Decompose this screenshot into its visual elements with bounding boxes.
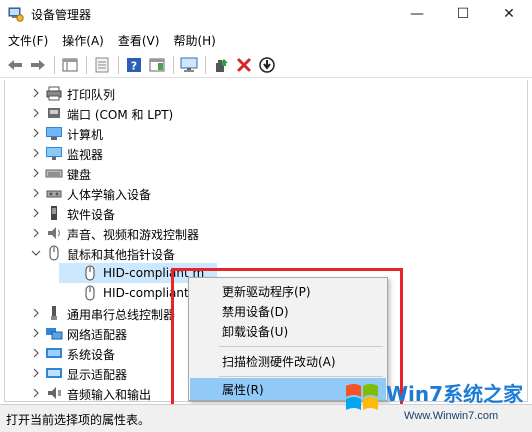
display-adapter-icon	[46, 368, 62, 378]
menu-file[interactable]: 文件(F)	[0, 30, 54, 50]
toolbar-separator	[173, 55, 174, 74]
monitor-icon	[46, 147, 62, 160]
toolbar-separator	[86, 55, 87, 74]
mouse-icon	[49, 245, 59, 261]
audio-icon	[48, 387, 61, 399]
mouse-icon	[85, 285, 95, 301]
close-button[interactable]: ✕	[486, 0, 532, 28]
watermark: Win7系统之家 Www.Winwin7.com	[338, 376, 528, 428]
tree-category-item[interactable]: 键盘	[5, 163, 525, 183]
tree-item-label: 端口 (COM 和 LPT)	[67, 108, 174, 122]
chevron-right-icon[interactable]	[31, 348, 41, 358]
tree-item-label: 监视器	[67, 148, 104, 162]
menu-view[interactable]: 查看(V)	[110, 30, 166, 50]
chevron-right-icon[interactable]	[31, 308, 41, 318]
title-bar: 设备管理器 — ☐ ✕	[0, 0, 532, 28]
toolbar: ?	[0, 52, 532, 78]
mouse-icon	[85, 265, 95, 281]
tree-category-item[interactable]: 人体学输入设备	[5, 183, 525, 203]
chevron-right-icon[interactable]	[31, 368, 41, 378]
tree-item-label: 通用串行总线控制器	[67, 308, 176, 322]
tree-item-label: 鼠标和其他指针设备	[67, 248, 176, 262]
menu-bar: 文件(F) 操作(A) 查看(V) 帮助(H)	[0, 30, 532, 50]
chevron-right-icon[interactable]	[31, 328, 41, 338]
chevron-right-icon[interactable]	[31, 388, 41, 398]
keyboard-icon	[45, 169, 63, 178]
watermark-url: Www.Winwin7.com	[404, 410, 499, 422]
hid-icon	[46, 190, 62, 198]
chevron-right-icon[interactable]	[31, 208, 41, 218]
uninstall-icon[interactable]	[233, 54, 255, 76]
window-title: 设备管理器	[31, 8, 92, 22]
toolbar-separator	[118, 55, 119, 74]
back-icon[interactable]	[4, 54, 26, 76]
speaker-icon	[48, 227, 60, 239]
chevron-down-icon[interactable]	[31, 248, 41, 258]
toolbar-separator	[205, 55, 206, 74]
tree-category-item[interactable]: 打印队列	[5, 83, 525, 103]
toolbar-separator	[54, 55, 55, 74]
tree-item-label: 声音、视频和游戏控制器	[67, 228, 200, 242]
tree-category-item[interactable]: 端口 (COM 和 LPT)	[5, 103, 525, 123]
status-text: 打开当前选择项的属性表。	[6, 413, 151, 427]
tree-item-label: 计算机	[67, 128, 104, 142]
chevron-right-icon[interactable]	[31, 168, 41, 178]
maximize-button[interactable]: ☐	[440, 0, 486, 28]
tree-item-label: 网络适配器	[67, 328, 128, 342]
context-scan-hardware[interactable]: 扫描检测硬件改动(A)	[190, 350, 386, 372]
tree-category-item[interactable]: 声音、视频和游戏控制器	[5, 223, 525, 243]
context-separator	[219, 346, 383, 347]
minimize-button[interactable]: —	[394, 0, 440, 28]
chevron-right-icon[interactable]	[31, 188, 41, 198]
update-driver-icon[interactable]	[210, 54, 232, 76]
download-driver-icon[interactable]	[256, 54, 278, 76]
help-icon[interactable]: ?	[123, 54, 145, 76]
tree-category-item[interactable]: 鼠标和其他指针设备	[5, 243, 525, 263]
chevron-right-icon[interactable]	[31, 128, 41, 138]
show-hide-console-tree-icon[interactable]	[59, 54, 81, 76]
tree-category-item[interactable]: 软件设备	[5, 203, 525, 223]
chevron-right-icon[interactable]	[31, 228, 41, 238]
chevron-right-icon[interactable]	[31, 108, 41, 118]
device-manager-icon	[8, 7, 24, 22]
tree-item-label: 打印队列	[67, 88, 116, 102]
menu-help[interactable]: 帮助(H)	[165, 30, 221, 50]
action-pane-icon[interactable]	[146, 54, 168, 76]
tree-item-label: 键盘	[67, 168, 92, 182]
context-disable-device[interactable]: 禁用设备(D)	[190, 300, 386, 322]
tree-item-label: 软件设备	[67, 208, 116, 222]
menu-action[interactable]: 操作(A)	[54, 30, 110, 50]
computer-icon	[46, 127, 62, 140]
chevron-right-icon[interactable]	[31, 148, 41, 158]
tree-item-label: 显示适配器	[67, 368, 128, 382]
tree-category-item[interactable]: 计算机	[5, 123, 525, 143]
svg-text:?: ?	[131, 59, 137, 72]
software-device-icon	[51, 206, 57, 220]
usb-icon	[51, 306, 57, 320]
tree-item-label: 人体学输入设备	[67, 188, 152, 202]
context-uninstall-device[interactable]: 卸载设备(U)	[190, 320, 386, 342]
tree-item-label: 系统设备	[67, 348, 116, 362]
system-device-icon	[46, 348, 62, 358]
watermark-logo-text: Win7系统之家	[386, 382, 524, 406]
context-update-driver[interactable]: 更新驱动程序(P)	[190, 280, 386, 302]
properties-icon[interactable]	[91, 54, 113, 76]
computer-monitor-icon[interactable]	[178, 54, 200, 76]
tree-category-item[interactable]: 监视器	[5, 143, 525, 163]
chevron-right-icon[interactable]	[31, 88, 41, 98]
port-icon	[48, 108, 60, 118]
printer-icon	[46, 86, 62, 101]
tree-item-label: 音频输入和输出	[67, 388, 152, 402]
forward-icon[interactable]	[27, 54, 49, 76]
windows-logo-icon	[346, 384, 378, 410]
network-icon	[46, 328, 63, 340]
